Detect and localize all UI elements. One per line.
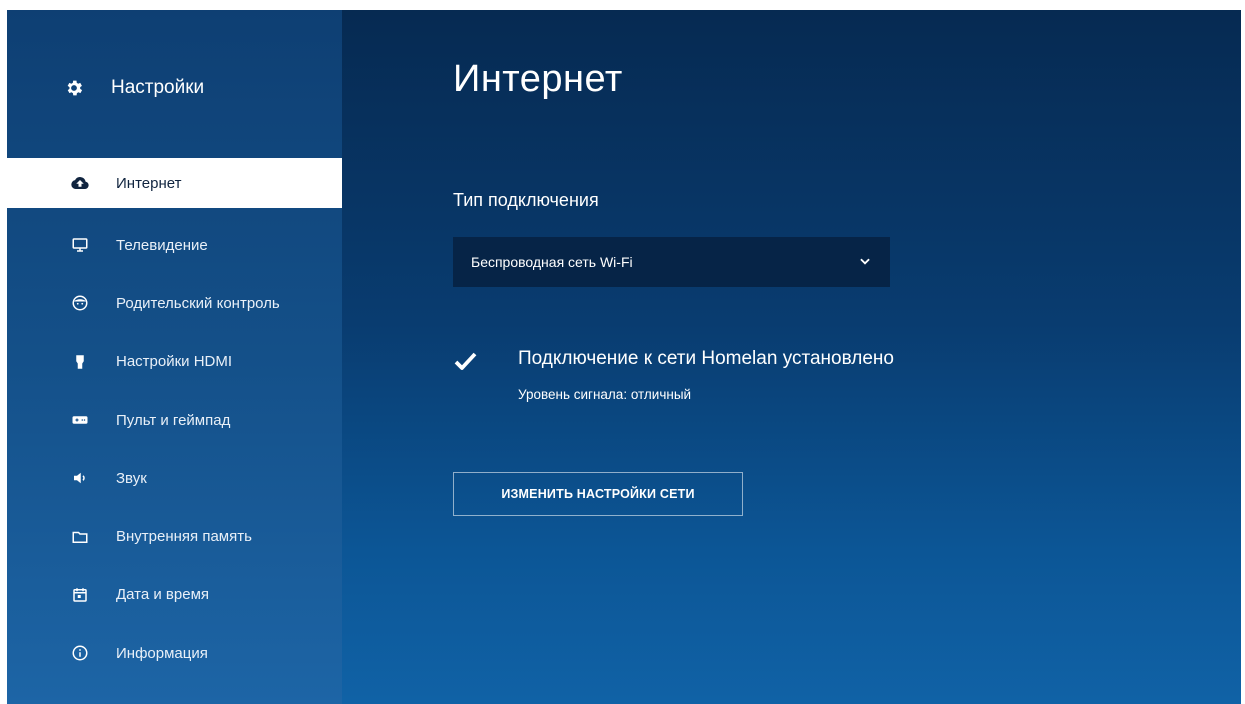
- change-network-settings-button[interactable]: ИЗМЕНИТЬ НАСТРОЙКИ СЕТИ: [453, 472, 743, 516]
- page-title: Интернет: [453, 58, 623, 100]
- sidebar-item-tv[interactable]: Телевидение: [7, 216, 342, 274]
- settings-menu: Интернет Телевидение Родительский контро…: [7, 158, 342, 682]
- sidebar-item-sound[interactable]: Звук: [7, 449, 342, 507]
- sidebar: Настройки Интернет Телевидение Родительс…: [7, 10, 342, 704]
- gear-icon: [64, 78, 84, 98]
- info-icon: [71, 644, 89, 662]
- sidebar-item-parental-control[interactable]: Родительский контроль: [7, 274, 342, 332]
- sidebar-header: Настройки: [7, 68, 342, 108]
- connection-type-value: Беспроводная сеть Wi-Fi: [471, 254, 633, 270]
- tv-icon: [71, 236, 89, 254]
- sidebar-item-label: Телевидение: [116, 236, 208, 254]
- sidebar-item-label: Пульт и геймпад: [116, 411, 231, 429]
- sidebar-item-hdmi[interactable]: Настройки HDMI: [7, 333, 342, 391]
- speaker-icon: [71, 469, 89, 487]
- main-content: Интернет Тип подключения Беспроводная се…: [342, 10, 1241, 704]
- sidebar-title: Настройки: [111, 77, 205, 98]
- cloud-upload-icon: [71, 174, 89, 192]
- hdmi-plug-icon: [71, 353, 89, 371]
- sidebar-item-info[interactable]: Информация: [7, 624, 342, 682]
- sidebar-item-label: Интернет: [116, 174, 182, 192]
- connection-type-label: Тип подключения: [453, 190, 599, 210]
- sidebar-item-internet[interactable]: Интернет: [7, 158, 342, 208]
- chevron-down-icon: [858, 254, 872, 271]
- sidebar-item-label: Настройки HDMI: [116, 353, 233, 371]
- connection-status-title: Подключение к сети Homelan установлено: [518, 348, 894, 369]
- connection-type-select[interactable]: Беспроводная сеть Wi-Fi: [453, 237, 890, 287]
- sidebar-item-storage[interactable]: Внутренняя память: [7, 507, 342, 565]
- sidebar-item-label: Дата и время: [116, 586, 210, 604]
- calendar-icon: [71, 586, 89, 604]
- sidebar-item-label: Родительский контроль: [116, 294, 280, 312]
- settings-screen: Настройки Интернет Телевидение Родительс…: [7, 10, 1241, 704]
- gamepad-icon: [71, 411, 89, 429]
- sidebar-item-date-time[interactable]: Дата и время: [7, 566, 342, 624]
- folder-icon: [71, 528, 89, 546]
- signal-level-text: Уровень сигнала: отличный: [518, 387, 692, 402]
- sidebar-item-label: Внутренняя память: [116, 528, 252, 546]
- sidebar-item-label: Звук: [116, 469, 147, 487]
- sidebar-item-label: Информация: [116, 644, 208, 662]
- checkmark-icon: [454, 352, 477, 370]
- sidebar-item-remote-gamepad[interactable]: Пульт и геймпад: [7, 391, 342, 449]
- child-face-icon: [71, 294, 89, 312]
